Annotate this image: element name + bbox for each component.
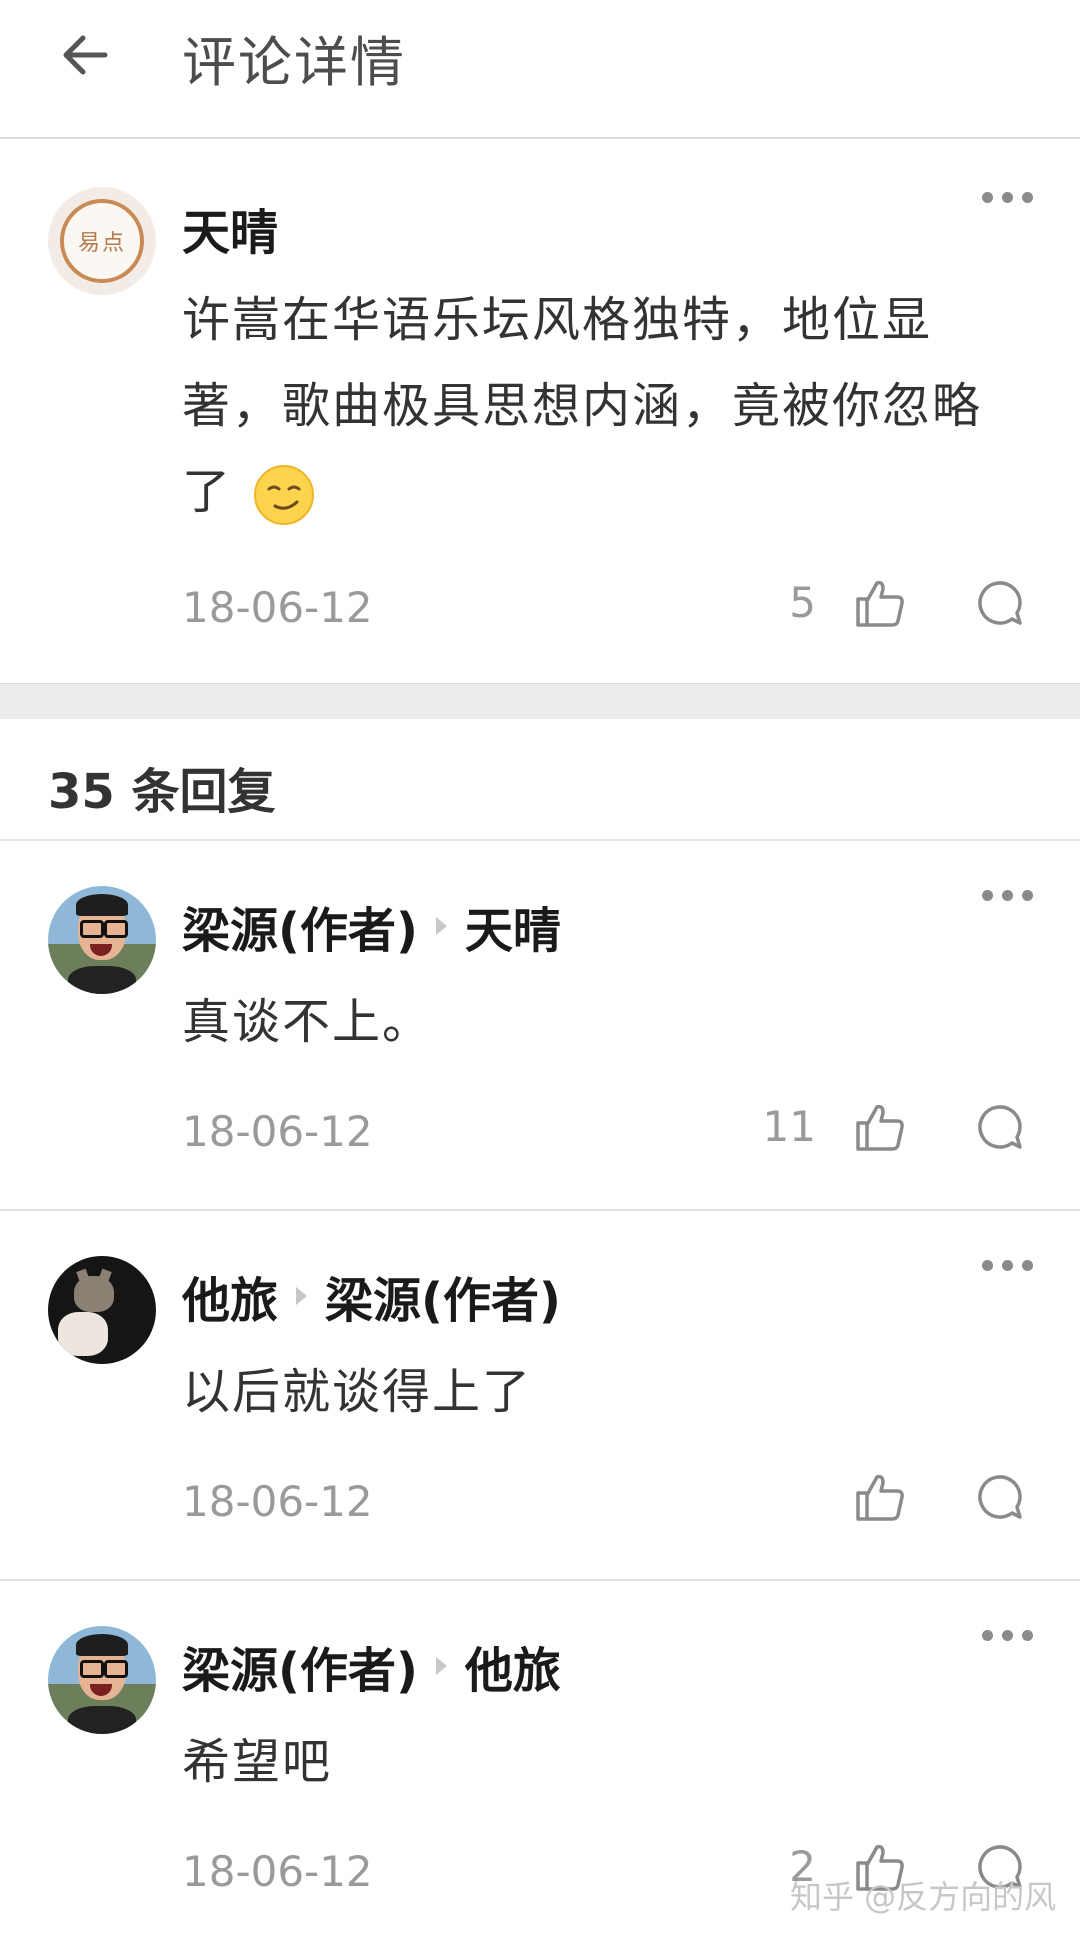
author-name[interactable]: 梁源(作者) xyxy=(182,891,418,961)
comment-bubble-icon xyxy=(978,581,1022,625)
reply-author-line: 梁源(作者) 天晴 xyxy=(182,891,561,961)
more-options-button[interactable] xyxy=(980,177,1036,217)
reply-to-name[interactable]: 他旅 xyxy=(465,1631,561,1701)
thumbs-up-icon xyxy=(856,580,904,627)
reply-date: 18-06-12 xyxy=(182,1847,373,1896)
comment-bubble-icon xyxy=(978,1475,1022,1519)
reply-text: 以后就谈得上了 xyxy=(182,1364,533,1420)
more-options-button[interactable] xyxy=(980,1615,1036,1655)
avatar[interactable] xyxy=(48,1626,156,1734)
like-button[interactable] xyxy=(852,575,908,631)
reply-text: 希望吧 xyxy=(182,1734,333,1790)
author-name[interactable]: 他旅 xyxy=(182,1261,278,1331)
back-arrow-icon xyxy=(63,35,108,75)
reply-count-label: 35 条回复 xyxy=(48,764,276,820)
reply-to-name[interactable]: 天晴 xyxy=(465,891,561,961)
avatar[interactable]: 易点 xyxy=(48,187,156,295)
reply-item: 他旅 梁源(作者) 以后就谈得上了 18-06-12 xyxy=(0,1211,1080,1579)
reply-button[interactable] xyxy=(972,575,1028,631)
comment-date: 18-06-12 xyxy=(182,583,373,632)
reply-date: 18-06-12 xyxy=(182,1477,373,1526)
avatar[interactable] xyxy=(48,886,156,994)
like-button[interactable] xyxy=(852,1469,908,1525)
smirk-emoji-icon xyxy=(254,465,315,525)
avatar[interactable] xyxy=(48,1256,156,1364)
comment-author-line: 天晴 xyxy=(182,193,278,263)
watermark: 知乎 @反方向的风 xyxy=(790,1878,1057,1916)
thumbs-up-icon xyxy=(856,1474,904,1521)
reply-to-name[interactable]: 梁源(作者) xyxy=(325,1261,561,1331)
thumbs-up-icon xyxy=(856,1104,904,1151)
author-name[interactable]: 天晴 xyxy=(182,193,278,263)
reply-author-line: 梁源(作者) 他旅 xyxy=(182,1631,561,1701)
back-button[interactable] xyxy=(50,20,120,90)
reply-to-arrow-icon xyxy=(435,917,447,935)
more-options-button[interactable] xyxy=(980,875,1036,915)
section-gap xyxy=(0,683,1080,719)
reply-text: 真谈不上。 xyxy=(182,994,433,1050)
comment-text: 许嵩在华语乐坛风格独特，地位显著，歌曲极具思想内涵，竟被你忽略了 xyxy=(182,277,1022,535)
reply-author-line: 他旅 梁源(作者) xyxy=(182,1261,561,1331)
like-count: 11 xyxy=(762,1102,816,1151)
main-comment: 易点 天晴 许嵩在华语乐坛风格独特，地位显著，歌曲极具思想内涵，竟被你忽略了 1… xyxy=(0,137,1080,683)
like-button[interactable] xyxy=(852,1099,908,1155)
reply-to-arrow-icon xyxy=(296,1287,308,1305)
more-options-button[interactable] xyxy=(980,1245,1036,1285)
avatar-logo-text: 易点 xyxy=(77,231,126,256)
reply-button[interactable] xyxy=(972,1469,1028,1525)
reply-to-arrow-icon xyxy=(435,1657,447,1675)
page-title: 评论详情 xyxy=(182,31,406,94)
top-bar: 评论详情 xyxy=(0,0,1080,139)
comment-bubble-icon xyxy=(978,1105,1022,1149)
author-name[interactable]: 梁源(作者) xyxy=(182,1631,418,1701)
reply-date: 18-06-12 xyxy=(182,1107,373,1156)
reply-item: 梁源(作者) 天晴 真谈不上。 18-06-12 11 xyxy=(0,841,1080,1209)
reply-button[interactable] xyxy=(972,1099,1028,1155)
like-count: 5 xyxy=(789,578,816,627)
